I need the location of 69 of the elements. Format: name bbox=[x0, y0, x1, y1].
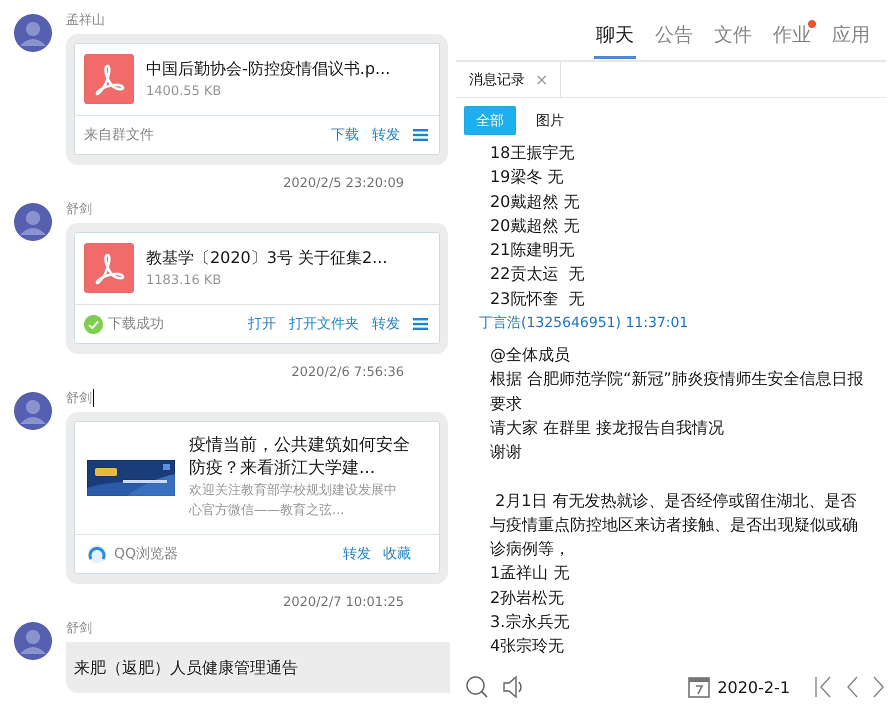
file-name: 教基学〔2020〕3号 关于征集2... bbox=[146, 248, 388, 269]
message-text: 19梁冬 无 bbox=[490, 166, 564, 188]
message-text: 2月1日 有无发热就诊、是否经停或留住湖北、是否与疫情重点防控地区来访者接触、是否出现疑似或确诊病例等， bbox=[490, 490, 859, 560]
message-time: 2020/2/6 7:56:36 bbox=[291, 365, 404, 380]
filter-button[interactable]: 全部 bbox=[464, 106, 516, 135]
close-button[interactable]: × bbox=[535, 70, 548, 89]
action-link[interactable]: 收藏 bbox=[383, 545, 411, 563]
speaker-icon[interactable] bbox=[502, 675, 524, 699]
record-tab[interactable]: 消息记录 bbox=[469, 70, 525, 88]
action-link[interactable]: 转发 bbox=[372, 126, 400, 144]
message-time: 2020/2/7 10:01:25 bbox=[283, 595, 404, 610]
avatar-icon bbox=[14, 14, 52, 52]
message-time: 2020/2/5 23:20:09 bbox=[283, 176, 404, 191]
calendar-icon[interactable] bbox=[688, 676, 710, 698]
message-text: 请大家 在群里 接龙报告自我情况 bbox=[490, 416, 726, 439]
file-size: 1400.55 KB bbox=[146, 84, 222, 99]
sender-name: 舒剑 bbox=[66, 201, 92, 218]
message-text: 1孟祥山 无 bbox=[490, 562, 570, 584]
sender-name: 舒剑 bbox=[66, 620, 92, 637]
next-icon[interactable] bbox=[872, 675, 886, 699]
avatar-icon bbox=[14, 622, 52, 660]
date-label: 2020-2-1 bbox=[717, 678, 790, 696]
sender-name: 孟祥山 bbox=[66, 12, 105, 29]
file-card[interactable]: 教基学〔2020〕3号 关于征集2... 1183.16 KB 下载成功 打开 打开文件夹 转发 bbox=[74, 232, 440, 344]
action-link[interactable]: 打开 bbox=[248, 315, 276, 333]
file-name: 中国后勤协会-防控疫情倡议书.p... bbox=[146, 59, 390, 80]
sender-name: 舒剑 bbox=[66, 390, 92, 407]
link-title: 疫情当前，公共建筑如何安全防疫？来看浙江大学建... bbox=[189, 434, 411, 480]
status-text: 下载成功 bbox=[108, 315, 164, 333]
pdf-file-icon bbox=[84, 243, 134, 293]
tab[interactable]: 聊天 bbox=[594, 0, 636, 59]
message-text: 22贡太运 无 bbox=[490, 263, 586, 286]
file-size: 1183.16 KB bbox=[146, 273, 222, 288]
avatar-icon bbox=[14, 392, 52, 430]
menu-icon[interactable] bbox=[413, 129, 428, 141]
message-text: 20戴超然 无 bbox=[490, 214, 580, 237]
tab[interactable]: 公告 bbox=[653, 0, 695, 59]
avatar-icon bbox=[14, 203, 52, 241]
tab[interactable]: 文件 bbox=[712, 0, 754, 59]
action-link[interactable]: 打开文件夹 bbox=[289, 315, 359, 333]
message-text: 20戴超然 无 bbox=[490, 190, 580, 213]
source-name: QQ浏览器 bbox=[114, 545, 178, 563]
file-card[interactable]: 中国后勤协会-防控疫情倡议书.p... 1400.55 KB 来自群文件 下载 转发 bbox=[74, 43, 440, 155]
message-text: 23阮怀奎 无 bbox=[490, 288, 586, 310]
action-link[interactable]: 下载 bbox=[331, 126, 359, 144]
first-page-icon[interactable] bbox=[814, 675, 832, 699]
filter-button[interactable]: 图片 bbox=[524, 106, 576, 135]
link-summary: 欢迎关注教育部学校规划建设发展中心官方微信——教育之弦... bbox=[189, 482, 398, 520]
tab[interactable]: 应用 bbox=[830, 0, 872, 59]
message-text: 18王振宇无 bbox=[490, 142, 576, 164]
message-text: 根据 合肥师范学院“新冠”肺炎疫情师生安全信息日报要求 bbox=[490, 368, 865, 415]
tab[interactable]: 作业 bbox=[771, 0, 813, 59]
status-text: 来自群文件 bbox=[84, 126, 154, 144]
message-text: 谢谢 bbox=[490, 441, 523, 464]
sender-info: 丁言浩(1325646951) 11:37:01 bbox=[479, 314, 690, 334]
message-text: @全体成员 bbox=[490, 344, 571, 366]
message-text: 3.宗永兵无 bbox=[490, 611, 570, 634]
previous-icon[interactable] bbox=[845, 675, 859, 699]
file-card[interactable]: 疫情当前，公共建筑如何安全防疫？来看浙江大学建... 欢迎关注教育部学校规划建设发展中心官方微信——教育之弦... QQ浏览器 转发 收藏 bbox=[74, 421, 440, 574]
message-bubble: 来肥（返肥）人员健康管理通告 bbox=[66, 642, 450, 693]
message-text: 2孙岩松无 bbox=[490, 586, 566, 609]
pdf-file-icon bbox=[84, 54, 134, 104]
action-link[interactable]: 转发 bbox=[372, 315, 400, 333]
message-text: 4张宗玲无 bbox=[490, 635, 566, 658]
action-link[interactable]: 转发 bbox=[343, 545, 371, 563]
message-text: 21陈建明无 bbox=[490, 239, 576, 262]
search-icon[interactable] bbox=[465, 675, 489, 699]
menu-icon[interactable] bbox=[413, 318, 428, 330]
browser-icon bbox=[87, 544, 107, 564]
